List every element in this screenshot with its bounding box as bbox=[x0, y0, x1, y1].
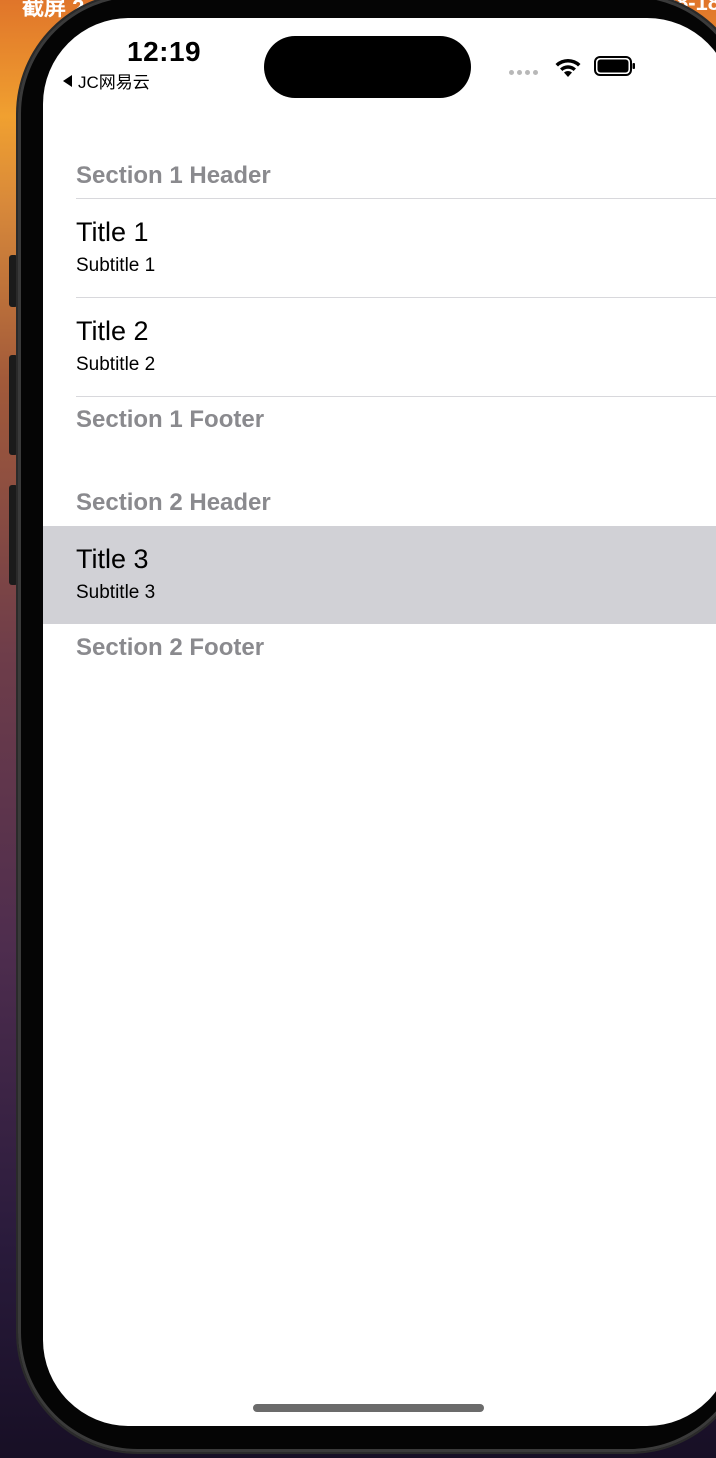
table-row-selected[interactable]: Title 3 Subtitle 3 bbox=[43, 526, 716, 624]
table-row[interactable]: Title 1 Subtitle 1 bbox=[43, 199, 716, 297]
status-time: 12:19 bbox=[127, 36, 202, 67]
cellular-signal-icon bbox=[509, 70, 538, 75]
home-indicator[interactable] bbox=[253, 1404, 484, 1412]
row-subtitle: Subtitle 2 bbox=[76, 354, 156, 375]
battery-icon bbox=[594, 56, 635, 76]
phone-screen: 12:19 JC网易云 Section 1 Header Title 1 Sub… bbox=[43, 18, 716, 1426]
separator bbox=[76, 396, 716, 397]
section-2-footer: Section 2 Footer bbox=[76, 634, 265, 661]
table-row[interactable]: Title 2 Subtitle 2 bbox=[43, 298, 716, 396]
side-button-volume-up bbox=[9, 355, 18, 455]
row-subtitle: Subtitle 3 bbox=[76, 582, 156, 603]
side-button-mute bbox=[9, 255, 18, 307]
section-1-footer: Section 1 Footer bbox=[76, 406, 265, 433]
row-title: Title 2 bbox=[76, 316, 149, 346]
row-title: Title 1 bbox=[76, 217, 149, 247]
wifi-icon bbox=[555, 58, 581, 77]
side-button-volume-down bbox=[9, 485, 18, 585]
back-arrow-icon bbox=[63, 74, 72, 87]
section-1-header: Section 1 Header bbox=[76, 162, 271, 189]
row-subtitle: Subtitle 1 bbox=[76, 255, 156, 276]
section-2-header: Section 2 Header bbox=[76, 489, 271, 516]
row-title: Title 3 bbox=[76, 544, 149, 574]
back-to-app-link[interactable]: JC网易云 bbox=[63, 68, 150, 93]
dynamic-island bbox=[264, 36, 471, 98]
back-app-label: JC网易云 bbox=[78, 73, 150, 92]
